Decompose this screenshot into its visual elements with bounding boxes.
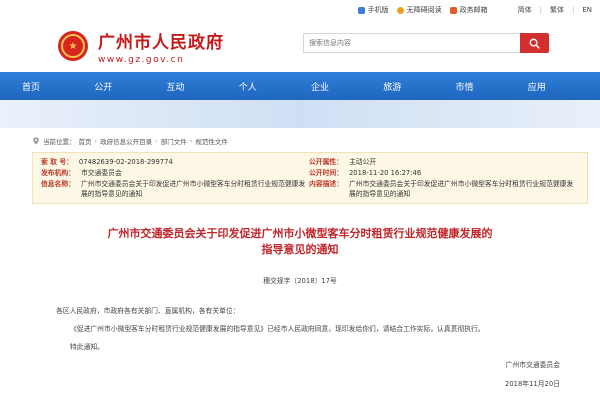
signer-name: 广州市交通委员会 xyxy=(505,361,560,369)
lang-simplified-link[interactable]: 简体 xyxy=(518,5,532,15)
location-icon xyxy=(33,136,39,145)
nav-city-info[interactable]: 市情 xyxy=(456,80,528,93)
index-value: 07482639-02-2018-299774 xyxy=(78,158,173,166)
document-title-line-1: 广州市交通委员会关于印发促进广州市小微型客车分时租赁行业规范健康发展的 xyxy=(107,227,493,240)
description-label: 内容描述： xyxy=(309,180,343,188)
star-icon: ★ xyxy=(68,40,78,52)
accessibility-icon xyxy=(396,6,404,14)
breadcrumb-normative[interactable]: 规范性文件 xyxy=(195,136,228,146)
gov-mail-link[interactable]: 政务邮箱 xyxy=(449,5,488,15)
accessible-label: 无障碍阅读 xyxy=(406,6,442,14)
breadcrumb-prefix: 当前位置： xyxy=(43,137,76,146)
description-value: 广州市交通委员会关于印发促进广州市小微型客车分时租赁行业规范健康发展的指导意见的… xyxy=(348,180,574,198)
accessible-reading-link[interactable]: 无障碍阅读 xyxy=(396,5,442,15)
sign-date: 2018年11月20日 xyxy=(505,380,560,388)
body-paragraph: 《促进广州市小微型客车分时租赁行业规范健康发展的指导意见》已经市人民政府同意，现… xyxy=(70,325,485,333)
government-emblem-icon[interactable]: ★ xyxy=(58,31,88,61)
nav-apps[interactable]: 应用 xyxy=(528,80,600,93)
site-logo[interactable]: 广州市人民政府 www.gz.gov.cn xyxy=(98,28,224,65)
main-content: 当前位置： 首页 › 政府信息公开目录 › 部门文件 › 规范性文件 索 取 号… xyxy=(0,128,600,394)
search-button[interactable] xyxy=(520,33,549,53)
mobile-icon xyxy=(357,6,365,14)
category-label: 公开属性： xyxy=(309,158,343,166)
date-label: 公开时间： xyxy=(309,169,343,177)
breadcrumb: 当前位置： 首页 › 政府信息公开目录 › 部门文件 › 规范性文件 xyxy=(20,128,580,148)
info-name-value: 广州市交通委员会关于印发促进广州市小微型客车分时租赁行业规范健康发展的指导意见的… xyxy=(80,180,306,198)
nav-open[interactable]: 公开 xyxy=(94,80,166,93)
mobile-label: 手机版 xyxy=(367,6,389,14)
gov-mail-label: 政务邮箱 xyxy=(459,6,488,14)
nav-tourism[interactable]: 旅游 xyxy=(383,80,455,93)
site-name: 广州市人民政府 xyxy=(98,32,224,53)
search-input[interactable] xyxy=(303,33,520,53)
lang-english-link[interactable]: EN xyxy=(582,6,592,14)
lang-traditional-link[interactable]: 繁体 xyxy=(550,5,564,15)
nav-personal[interactable]: 个人 xyxy=(239,80,311,93)
nav-interact[interactable]: 互动 xyxy=(167,80,239,93)
decorative-banner xyxy=(0,100,600,128)
document-body: 各区人民政府，市政府各有关部门、直属机构，各有关单位： 《促进广州市小微型客车分… xyxy=(20,302,580,356)
breadcrumb-dept-files[interactable]: 部门文件 xyxy=(161,136,187,146)
search-icon xyxy=(529,38,540,49)
document-number: 穗交规字〔2018〕17号 xyxy=(263,277,337,285)
document-title: 广州市交通委员会关于印发促进广州市小微型客车分时租赁行业规范健康发展的 指导意见… xyxy=(20,226,580,258)
document-title-line-2: 指导意见的通知 xyxy=(261,243,339,256)
lang-divider: | xyxy=(571,6,575,14)
nav-enterprise[interactable]: 企业 xyxy=(311,80,383,93)
mail-icon xyxy=(449,6,457,14)
signature-block: 广州市交通委员会 2018年11月20日 xyxy=(20,356,580,394)
search-box xyxy=(303,33,549,53)
salutation: 各区人民政府，市政府各有关部门、直属机构，各有关单位： xyxy=(56,307,240,315)
breadcrumb-catalog[interactable]: 政府信息公开目录 xyxy=(100,136,152,146)
date-value: 2018-11-20 16:27:46 xyxy=(348,169,422,177)
lang-divider: | xyxy=(539,6,542,14)
nav-home[interactable]: 首页 xyxy=(22,80,94,93)
main-nav: 首页 公开 互动 个人 企业 旅游 市情 应用 xyxy=(0,72,600,100)
site-domain: www.gz.gov.cn xyxy=(98,54,185,65)
closing-paragraph: 特此通知。 xyxy=(70,343,104,351)
utility-bar: 手机版 无障碍阅读 政务邮箱 简体 | 繁体 | EN xyxy=(0,0,600,20)
site-header: ★ 广州市人民政府 www.gz.gov.cn xyxy=(0,20,600,72)
mobile-version-link[interactable]: 手机版 xyxy=(357,5,389,15)
chevron-right-icon: › xyxy=(94,136,98,145)
chevron-right-icon: › xyxy=(189,136,193,145)
chevron-right-icon: › xyxy=(155,136,158,145)
document-meta-panel: 索 取 号： 07482639-02-2018-299774 公开属性： 主动公… xyxy=(32,152,588,204)
breadcrumb-home[interactable]: 首页 xyxy=(79,136,92,146)
info-name-label: 信息名称： xyxy=(41,180,75,188)
publisher-label: 发布机构： xyxy=(41,169,75,177)
category-value: 主动公开 xyxy=(348,158,377,166)
index-label: 索 取 号： xyxy=(41,158,73,166)
publisher-value: 市交通委员会 xyxy=(80,169,122,177)
